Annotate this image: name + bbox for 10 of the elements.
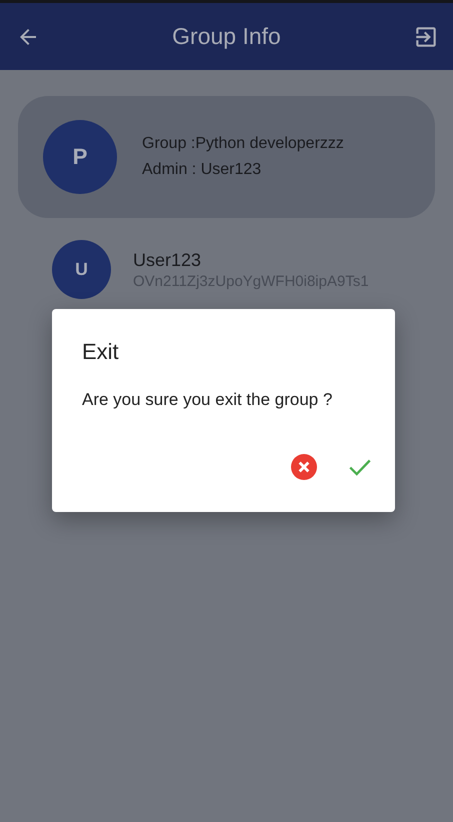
dialog-message: Are you sure you exit the group ? xyxy=(82,390,334,410)
group-avatar: P xyxy=(43,120,117,194)
cancel-icon xyxy=(291,454,317,480)
member-name: User123 xyxy=(133,250,202,270)
screen-title: Group Info xyxy=(172,23,281,50)
dialog-title: Exit xyxy=(82,339,120,365)
group-name: Group :Python developerzzz xyxy=(142,135,344,153)
group-admin: Admin : User123 xyxy=(142,161,262,179)
cancel-button[interactable] xyxy=(291,454,317,480)
member-avatar: U xyxy=(52,240,111,299)
